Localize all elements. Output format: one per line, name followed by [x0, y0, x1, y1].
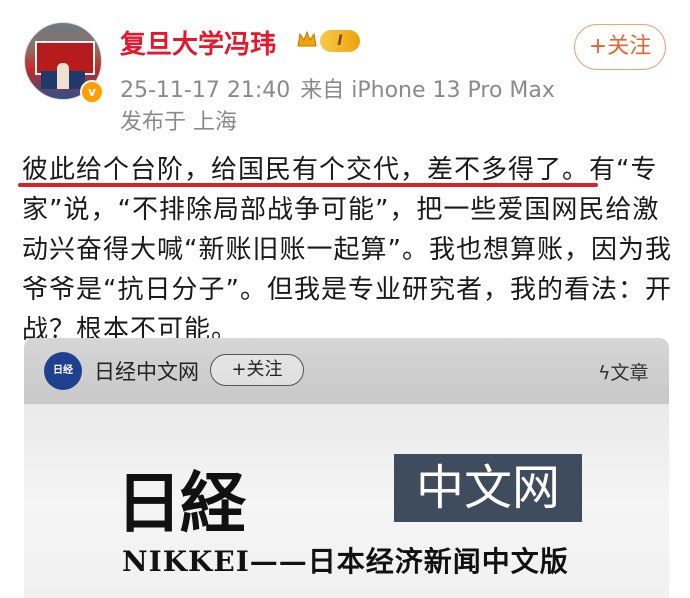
link-card[interactable]: 日经 日经中文网 +关注 ϟ文章 日経 中文网 NIKKEI——日本经济新闻中文…	[24, 338, 669, 598]
publisher-name[interactable]: 日经中文网	[94, 356, 199, 386]
author-name[interactable]: 复旦大学冯玮	[120, 24, 276, 61]
card-banner[interactable]: 日経 中文网 NIKKEI——日本经济新闻中文版	[24, 404, 669, 598]
post-text: 彼此给个台阶，给国民有个交代，差不多得了。有“专家”说，“不排除局部战争可能”，…	[22, 155, 672, 345]
post-source: 来自 iPhone 13 Pro Max	[300, 78, 555, 103]
avatar-person	[57, 63, 69, 89]
banner-brand-jp: 日経	[116, 464, 246, 542]
article-type-label: ϟ文章	[598, 362, 649, 384]
publisher-logo[interactable]: 日经	[44, 352, 82, 390]
banner-brand-cn: 中文网	[394, 454, 582, 522]
follow-button[interactable]: +关注	[574, 24, 666, 70]
level-badge[interactable]: I	[320, 30, 360, 52]
crown-icon	[297, 30, 317, 47]
banner-tagline: NIKKEI——日本经济新闻中文版	[122, 545, 569, 578]
post-meta: 25-11-17 21:40 来自 iPhone 13 Pro Max	[120, 72, 555, 104]
card-header: 日经 日经中文网 +关注 ϟ文章	[24, 338, 669, 404]
verified-v-icon: v	[80, 80, 104, 104]
post-location: 发布于 上海	[120, 110, 237, 135]
post-timestamp: 25-11-17 21:40	[120, 78, 291, 103]
publisher-follow-button[interactable]: +关注	[210, 354, 304, 386]
